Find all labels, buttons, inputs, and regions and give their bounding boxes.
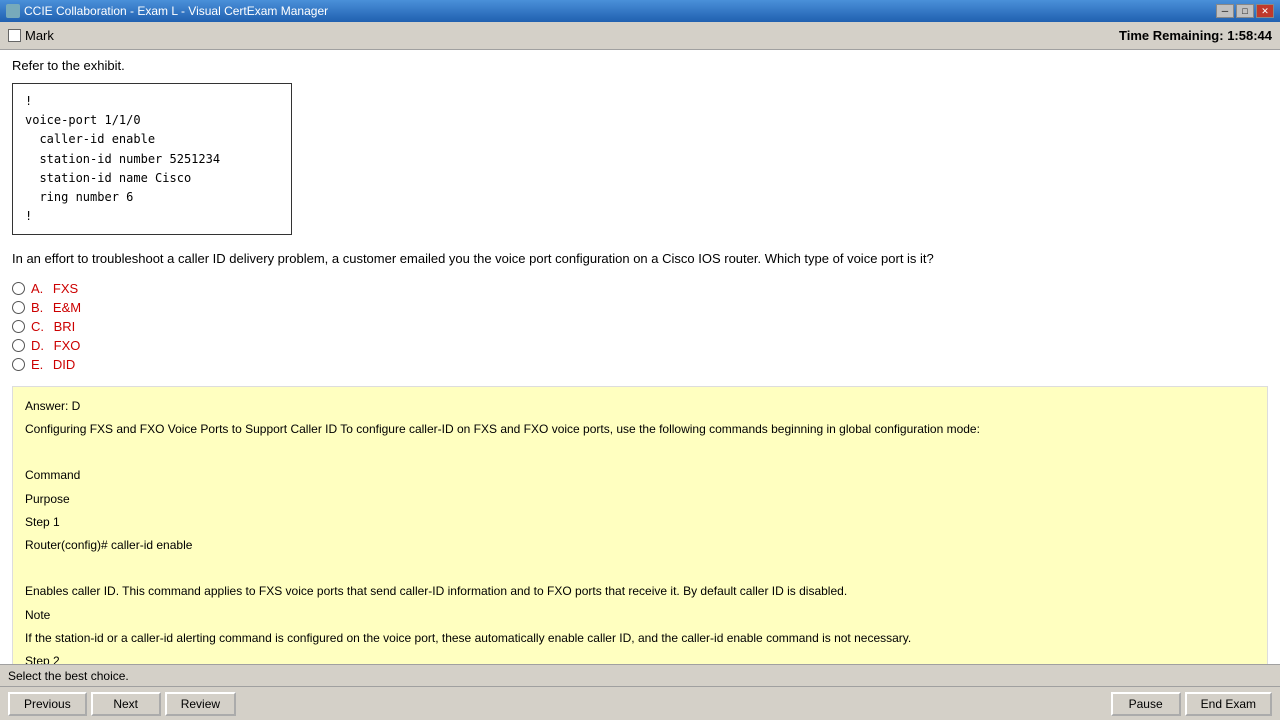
- option-text-c: BRI: [54, 319, 76, 334]
- answer-blank: [25, 443, 1255, 462]
- bottom-right-buttons: Pause End Exam: [1111, 692, 1272, 716]
- status-text: Select the best choice.: [8, 669, 129, 683]
- option-text-a: FXS: [53, 281, 78, 296]
- next-button[interactable]: Next: [91, 692, 161, 716]
- answer-notetext: If the station-id or a caller-id alertin…: [25, 629, 1255, 648]
- app-icon: [6, 4, 20, 18]
- option-row-b[interactable]: B. E&M: [12, 300, 1268, 315]
- pause-button[interactable]: Pause: [1111, 692, 1181, 716]
- answer-section: Answer: D Configuring FXS and FXO Voice …: [12, 386, 1268, 664]
- option-row-a[interactable]: A. FXS: [12, 281, 1268, 296]
- previous-button[interactable]: Previous: [8, 692, 87, 716]
- status-bar: Select the best choice.: [0, 664, 1280, 686]
- refer-exhibit-text: Refer to the exhibit.: [12, 58, 1268, 73]
- answer-para1: Configuring FXS and FXO Voice Ports to S…: [25, 420, 1255, 439]
- title-bar: CCIE Collaboration - Exam L - Visual Cer…: [0, 0, 1280, 22]
- title-bar-left: CCIE Collaboration - Exam L - Visual Cer…: [6, 4, 328, 18]
- radio-e[interactable]: [12, 358, 25, 371]
- restore-button[interactable]: □: [1236, 4, 1254, 18]
- answer-step1cmd: Router(config)# caller-id enable: [25, 536, 1255, 555]
- option-label-c: C.: [31, 319, 48, 334]
- main-content: Refer to the exhibit. ! voice-port 1/1/0…: [0, 50, 1280, 664]
- code-pre: ! voice-port 1/1/0 caller-id enable stat…: [25, 92, 279, 226]
- radio-d[interactable]: [12, 339, 25, 352]
- answer-step1: Step 1: [25, 513, 1255, 532]
- time-remaining-area: Time Remaining: 1:58:44: [1119, 28, 1272, 43]
- bottom-left-buttons: Previous Next Review: [8, 692, 236, 716]
- option-label-a: A.: [31, 281, 47, 296]
- option-label-d: D.: [31, 338, 48, 353]
- review-button[interactable]: Review: [165, 692, 236, 716]
- code-exhibit: ! voice-port 1/1/0 caller-id enable stat…: [12, 83, 292, 235]
- title-bar-controls[interactable]: ─ □ ✕: [1216, 4, 1274, 18]
- options-list: A. FXS B. E&M C. BRI D. FXO E. DID: [12, 281, 1268, 372]
- answer-col2: Purpose: [25, 490, 1255, 509]
- option-text-e: DID: [53, 357, 75, 372]
- option-text-d: FXO: [54, 338, 81, 353]
- answer-step1desc: Enables caller ID. This command applies …: [25, 582, 1255, 601]
- option-label-b: B.: [31, 300, 47, 315]
- mark-label: Mark: [25, 28, 54, 43]
- answer-blank2: [25, 559, 1255, 578]
- answer-note: Note: [25, 606, 1255, 625]
- option-row-c[interactable]: C. BRI: [12, 319, 1268, 334]
- answer-step2: Step 2: [25, 652, 1255, 664]
- radio-a[interactable]: [12, 282, 25, 295]
- window-title: CCIE Collaboration - Exam L - Visual Cer…: [24, 4, 328, 18]
- option-label-e: E.: [31, 357, 47, 372]
- mark-checkbox[interactable]: [8, 29, 21, 42]
- option-text-b: E&M: [53, 300, 81, 315]
- toolbar: Mark Time Remaining: 1:58:44: [0, 22, 1280, 50]
- close-button[interactable]: ✕: [1256, 4, 1274, 18]
- option-row-e[interactable]: E. DID: [12, 357, 1268, 372]
- time-remaining-value: 1:58:44: [1227, 28, 1272, 43]
- option-row-d[interactable]: D. FXO: [12, 338, 1268, 353]
- mark-area: Mark: [8, 28, 54, 43]
- bottom-bar: Previous Next Review Pause End Exam: [0, 686, 1280, 720]
- radio-b[interactable]: [12, 301, 25, 314]
- minimize-button[interactable]: ─: [1216, 4, 1234, 18]
- radio-c[interactable]: [12, 320, 25, 333]
- answer-line: Answer: D: [25, 397, 1255, 416]
- question-text: In an effort to troubleshoot a caller ID…: [12, 249, 1268, 269]
- answer-col1: Command: [25, 466, 1255, 485]
- time-remaining-label: Time Remaining:: [1119, 28, 1224, 43]
- end-exam-button[interactable]: End Exam: [1185, 692, 1272, 716]
